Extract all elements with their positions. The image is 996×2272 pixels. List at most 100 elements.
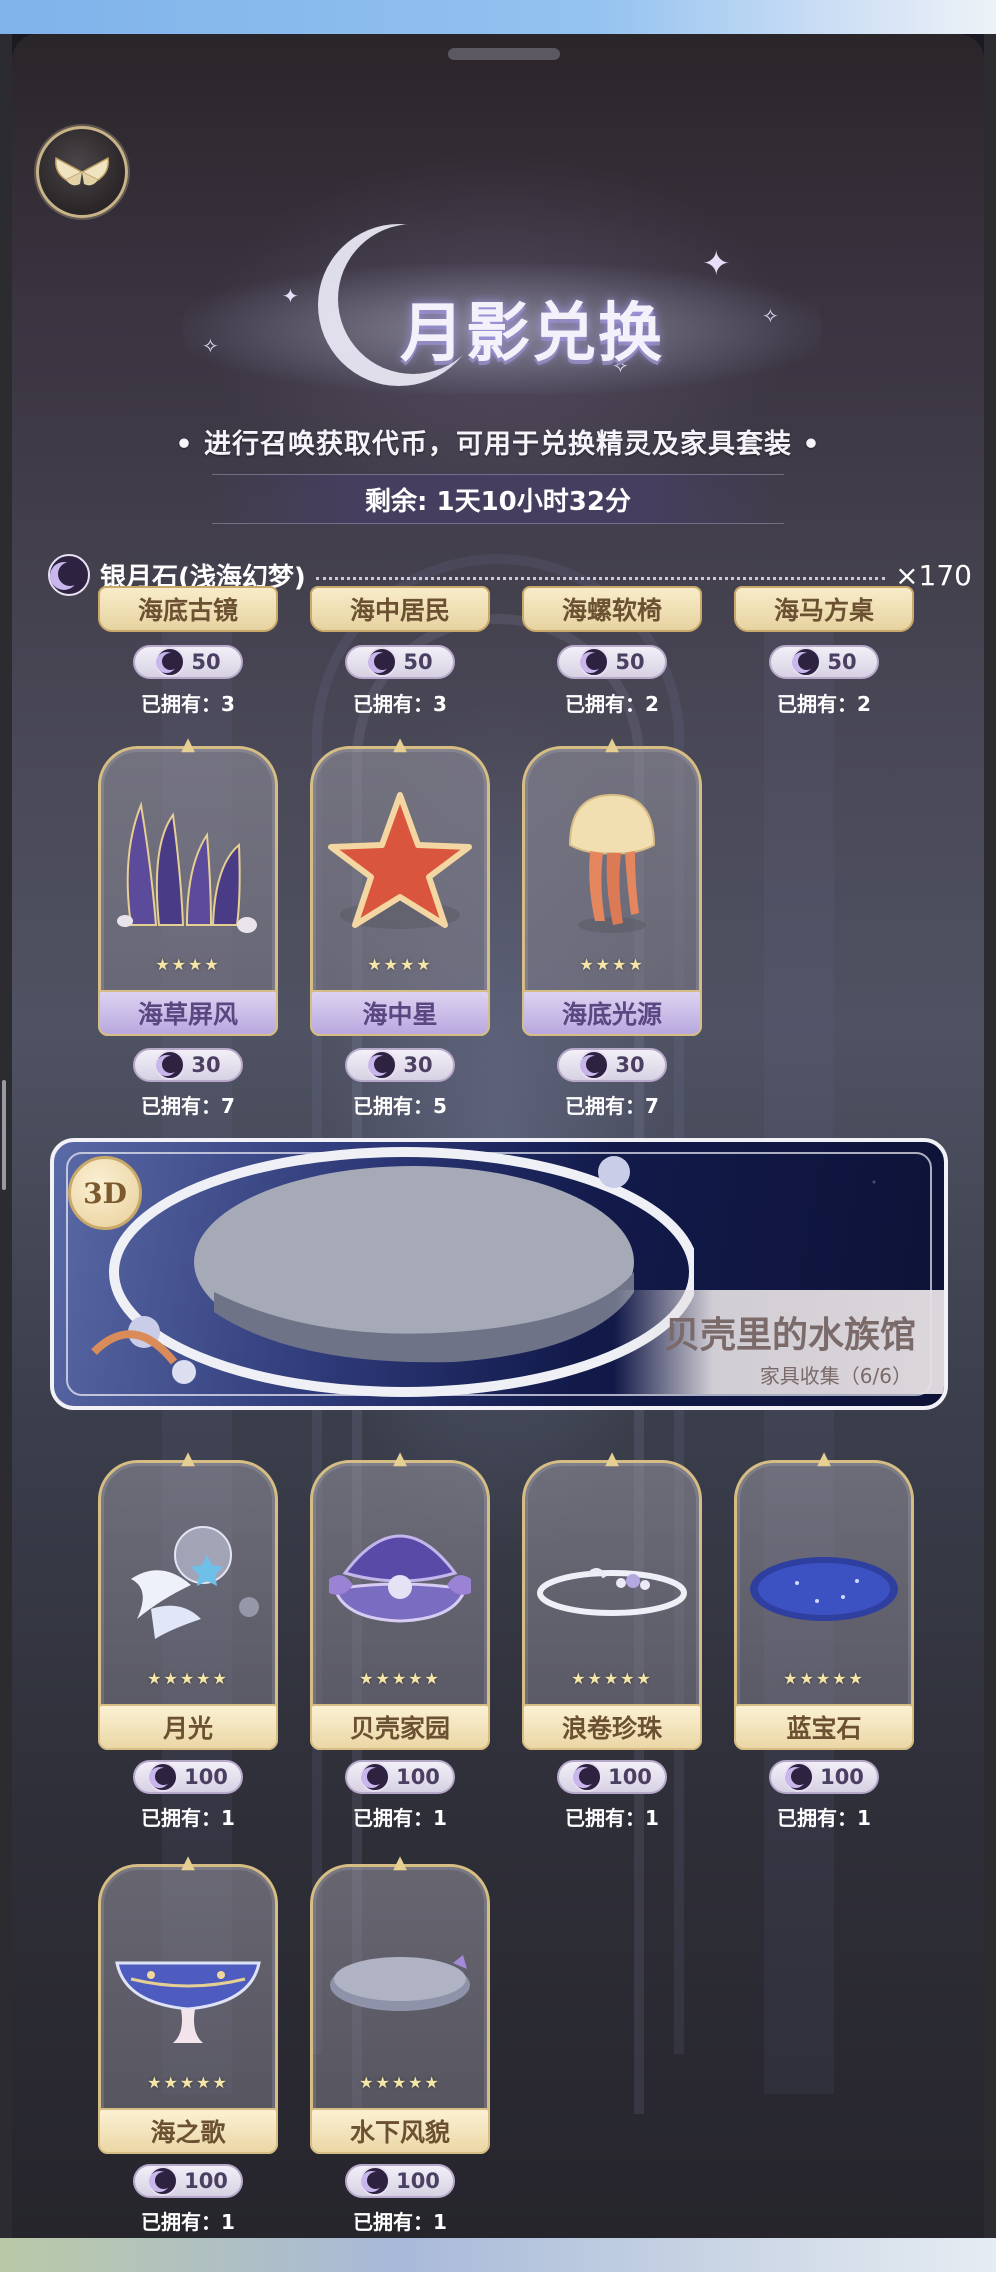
item-card-starfish[interactable]: ▲ ★★★★ 海中星 — [310, 734, 490, 1036]
item-card-sapphire[interactable]: ▲ ★★★★★ 蓝宝石 — [734, 1448, 914, 1750]
dotted-leader — [315, 576, 886, 580]
badge-3d: 3D — [68, 1156, 142, 1230]
item-card-underwater-view[interactable]: ▲ ★★★★★ 水下风貌 — [310, 1852, 490, 2154]
item-name-label: 月光 — [98, 1704, 278, 1750]
item-card-moonlight[interactable]: ▲ ★★★★★ 月光 — [98, 1448, 278, 1750]
owned-count: 已拥有：2 — [777, 692, 871, 716]
jellyfish-lamp-icon — [568, 793, 656, 933]
cost-pill[interactable]: 50 — [133, 645, 243, 679]
rarity-stars: ★★★★★ — [783, 1669, 865, 1688]
crown-ornament-icon: ▲ — [393, 1448, 407, 1469]
top-background-strip — [0, 0, 996, 34]
owned-count: 已拥有：1 — [565, 1806, 659, 1830]
owned-count: 已拥有：1 — [141, 2210, 235, 2234]
item-name-label: 水下风貌 — [310, 2108, 490, 2154]
scroll-indicator[interactable] — [2, 1080, 6, 1190]
owned-count: 已拥有：1 — [777, 1806, 871, 1830]
crown-ornament-icon: ▲ — [605, 734, 619, 755]
item-name-label: 贝壳家园 — [310, 1704, 490, 1750]
crescent-moon-coin-icon — [155, 647, 186, 677]
rarity-stars: ★★★★★ — [571, 1669, 653, 1688]
butterfly-sparkle-icon: ✧ — [762, 304, 779, 328]
item-name-tab[interactable]: 海中居民 — [310, 586, 490, 632]
shell-home-icon — [329, 1534, 471, 1623]
crown-ornament-icon: ▲ — [181, 1852, 195, 1873]
item-card-pearl-ring[interactable]: ▲ ★★★★★ 浪卷珍珠 — [522, 1448, 702, 1750]
item-name-label: 海草屏风 — [98, 990, 278, 1036]
rarity-stars: ★★★★ — [155, 955, 221, 974]
cost-pill[interactable]: 30 — [133, 1048, 243, 1082]
seaweed-screen-icon — [117, 801, 257, 933]
rarity-stars: ★★★★ — [367, 955, 433, 974]
cost-pill[interactable]: 100 — [557, 1760, 667, 1794]
cost-value: 50 — [827, 650, 857, 674]
cost-pill[interactable]: 100 — [133, 2164, 243, 2198]
time-remaining: 剩余: 1天10小时32分 — [212, 474, 784, 524]
crescent-moon-coin-icon — [572, 1762, 603, 1792]
owned-count: 已拥有：1 — [141, 1806, 235, 1830]
crown-ornament-icon: ▲ — [817, 1448, 831, 1469]
featured-set-title: 贝壳里的水族馆 — [663, 1314, 916, 1356]
item-name-tab[interactable]: 海螺软椅 — [522, 586, 702, 632]
owned-count: 已拥有：1 — [353, 2210, 447, 2234]
rarity-stars: ★★★★★ — [147, 2073, 229, 2092]
cost-pill[interactable]: 30 — [557, 1048, 667, 1082]
butterfly-sparkle-icon: ✦ — [702, 244, 731, 284]
starfish-icon — [328, 792, 472, 929]
title-banner: ✦ ✧ ✦ ✧ ✧ 月影兑换 — [142, 204, 854, 414]
crown-ornament-icon: ▲ — [605, 1448, 619, 1469]
crescent-moon-coin-icon — [367, 1050, 398, 1080]
sea-song-bowl-icon — [115, 1961, 261, 2043]
owned-count: 已拥有：7 — [565, 1094, 659, 1118]
cost-pill[interactable]: 100 — [345, 2164, 455, 2198]
exchange-sheet: ✦ ✧ ✦ ✧ ✧ 月影兑换 • 进行召唤获取代币，可用于兑换精灵及家具套装 •… — [12, 34, 984, 2238]
item-card-sea-song[interactable]: ▲ ★★★★★ 海之歌 — [98, 1852, 278, 2154]
item-name-tab[interactable]: 海马方桌 — [734, 586, 914, 632]
item-name-label: 蓝宝石 — [734, 1704, 914, 1750]
crown-ornament-icon: ▲ — [393, 734, 407, 755]
cost-pill[interactable]: 100 — [769, 1760, 879, 1794]
owned-count: 已拥有：2 — [565, 692, 659, 716]
butterfly-sparkle-icon: ✦ — [282, 284, 299, 308]
crescent-moon-coin-icon — [791, 647, 822, 677]
cost-value: 50 — [615, 650, 645, 674]
item-name-tab[interactable]: 海底古镜 — [98, 586, 278, 632]
owned-count: 已拥有：7 — [141, 1094, 235, 1118]
crescent-moon-coin-icon — [148, 2166, 179, 2196]
cost-value: 50 — [403, 650, 433, 674]
right-edge — [984, 34, 996, 2238]
cost-pill[interactable]: 30 — [345, 1048, 455, 1082]
item-name-label: 海之歌 — [98, 2108, 278, 2154]
cost-pill[interactable]: 100 — [133, 1760, 243, 1794]
crescent-moon-coin-icon — [784, 1762, 815, 1792]
item-card-seaweed-screen[interactable]: ▲ ★★★★ 海草屏风 — [98, 734, 278, 1036]
item-card-jellyfish-lamp[interactable]: ▲ ★★★★ 海底光源 — [522, 734, 702, 1036]
cost-pill[interactable]: 50 — [557, 645, 667, 679]
cost-pill[interactable]: 50 — [345, 645, 455, 679]
banner-title: 月影兑换 — [400, 296, 664, 371]
cost-value: 100 — [820, 1765, 864, 1789]
moonlight-jellyfish-icon — [131, 1526, 259, 1639]
cost-value: 100 — [184, 2169, 228, 2193]
cost-value: 30 — [615, 1053, 645, 1077]
rarity-stars: ★★★★★ — [147, 1669, 229, 1688]
cost-value: 100 — [184, 1765, 228, 1789]
banner-subtitle: • 进行召唤获取代币，可用于兑换精灵及家具套装 • — [175, 429, 821, 460]
crescent-moon-coin-icon — [148, 1762, 179, 1792]
crescent-moon-coin-icon — [360, 1762, 391, 1792]
item-name-label: 浪卷珍珠 — [522, 1704, 702, 1750]
owned-count: 已拥有：5 — [353, 1094, 447, 1118]
crescent-moon-coin-icon — [579, 647, 610, 677]
cost-pill[interactable]: 50 — [769, 645, 879, 679]
cost-pill[interactable]: 100 — [345, 1760, 455, 1794]
item-name-label: 海中星 — [310, 990, 490, 1036]
butterfly-sparkle-icon: ✧ — [202, 334, 219, 358]
featured-furniture-set[interactable]: 3D 贝壳里的水族馆 家具收集（6/6） — [50, 1138, 948, 1410]
crown-ornament-icon: ▲ — [181, 734, 195, 755]
back-button[interactable] — [36, 126, 128, 218]
crescent-moon-coin-icon — [367, 647, 398, 677]
featured-collection-progress: 家具收集（6/6） — [759, 1364, 912, 1388]
sheet-drag-handle[interactable] — [448, 48, 560, 60]
aquarium-shell-icon — [91, 1147, 694, 1397]
item-card-shell-home[interactable]: ▲ ★★★★★ 贝壳家园 — [310, 1448, 490, 1750]
